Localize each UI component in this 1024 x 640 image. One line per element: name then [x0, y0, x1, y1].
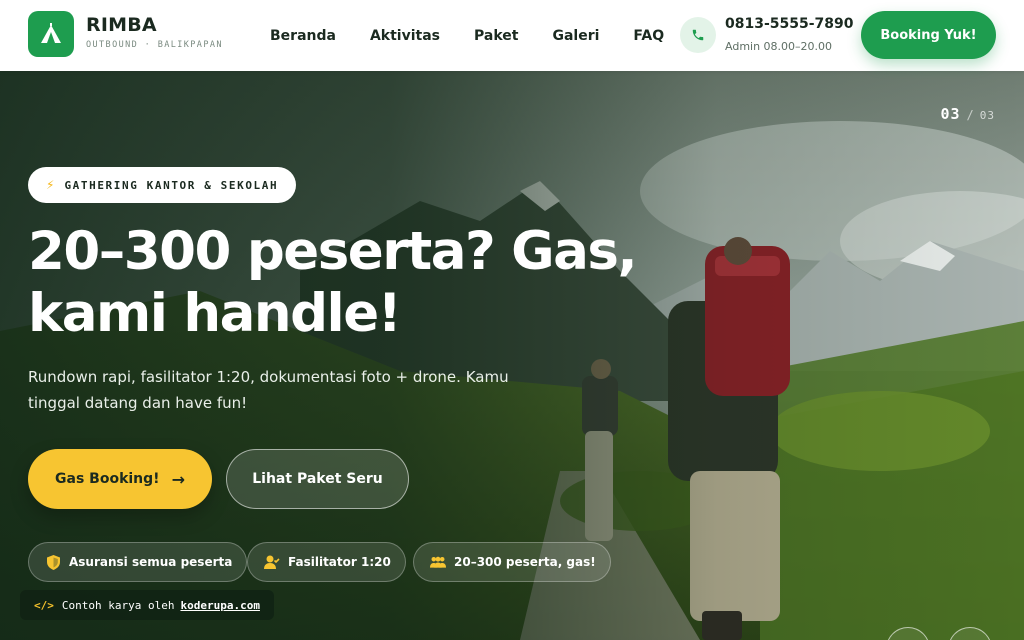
bolt-icon: ⚡: [46, 178, 55, 192]
feature-badge-facilitator: Fasilitator 1:20: [247, 542, 406, 582]
lihat-paket-button[interactable]: Lihat Paket Seru: [226, 449, 409, 509]
credit-link[interactable]: koderupa.com: [180, 599, 259, 612]
feature-label-insurance: Asuransi semua peserta: [69, 555, 233, 569]
nav-item-aktivitas[interactable]: Aktivitas: [370, 28, 440, 44]
brand-tagline: OUTBOUND · BALIKPAPAN: [86, 40, 223, 50]
admin-hours: Admin 08.00–20.00: [725, 40, 833, 53]
nav-item-paket[interactable]: Paket: [474, 28, 518, 44]
code-icon: </>: [34, 598, 54, 612]
hero-subline: Rundown rapi, fasilitator 1:20, dokument…: [28, 368, 509, 412]
user-check-icon: [264, 554, 280, 570]
feature-label-facilitator: Fasilitator 1:20: [288, 555, 391, 569]
arrow-right-icon: →: [171, 469, 185, 489]
brand-block[interactable]: RIMBA OUTBOUND · BALIKPAPAN: [86, 14, 223, 50]
shield-icon: [45, 554, 61, 570]
nav-item-galeri[interactable]: Galeri: [552, 28, 599, 44]
hero-section: 03 / 03 ⚡ GATHERING KANTOR & SEKOLAH 20–30…: [0, 71, 1024, 640]
gas-booking-label: Gas Booking!: [55, 471, 160, 487]
tent-logo-icon[interactable]: [28, 11, 74, 57]
headline-line-2: kami handle!: [28, 283, 402, 344]
slide-current: 03: [940, 105, 961, 123]
feature-badge-insurance: Asuransi semua peserta: [28, 542, 248, 582]
nav-item-beranda[interactable]: Beranda: [270, 28, 336, 44]
nav-item-faq[interactable]: FAQ: [633, 28, 664, 44]
slide-counter: 03 / 03: [940, 104, 995, 123]
category-tag-label: GATHERING KANTOR & SEKOLAH: [64, 178, 279, 192]
site-header: RIMBA OUTBOUND · BALIKPAPAN Beranda Akti…: [0, 0, 1024, 71]
headline-line-1: 20–300 peserta? Gas,: [28, 221, 638, 282]
phone-number[interactable]: 0813-5555-7890: [725, 16, 854, 32]
credit-text: Contoh karya oleh: [61, 598, 175, 612]
booking-yuk-button[interactable]: Booking Yuk!: [861, 11, 996, 59]
brand-name: RIMBA: [86, 14, 157, 36]
feature-badge-participants: 20–300 peserta, gas!: [413, 542, 611, 582]
hero-headline: 20–300 peserta? Gas, kami handle!: [28, 221, 648, 345]
slide-total: 03: [979, 109, 995, 122]
users-icon: [430, 554, 446, 570]
gas-booking-button[interactable]: Gas Booking! →: [28, 449, 212, 509]
credit-badge: </> Contoh karya oleh koderupa.com: [20, 590, 274, 620]
feature-label-participants: 20–300 peserta, gas!: [454, 555, 596, 569]
phone-icon[interactable]: [680, 17, 716, 53]
category-tag: ⚡ GATHERING KANTOR & SEKOLAH: [28, 167, 297, 203]
main-nav: Beranda Aktivitas Paket Galeri FAQ: [270, 0, 698, 71]
slide-separator: /: [966, 108, 974, 122]
